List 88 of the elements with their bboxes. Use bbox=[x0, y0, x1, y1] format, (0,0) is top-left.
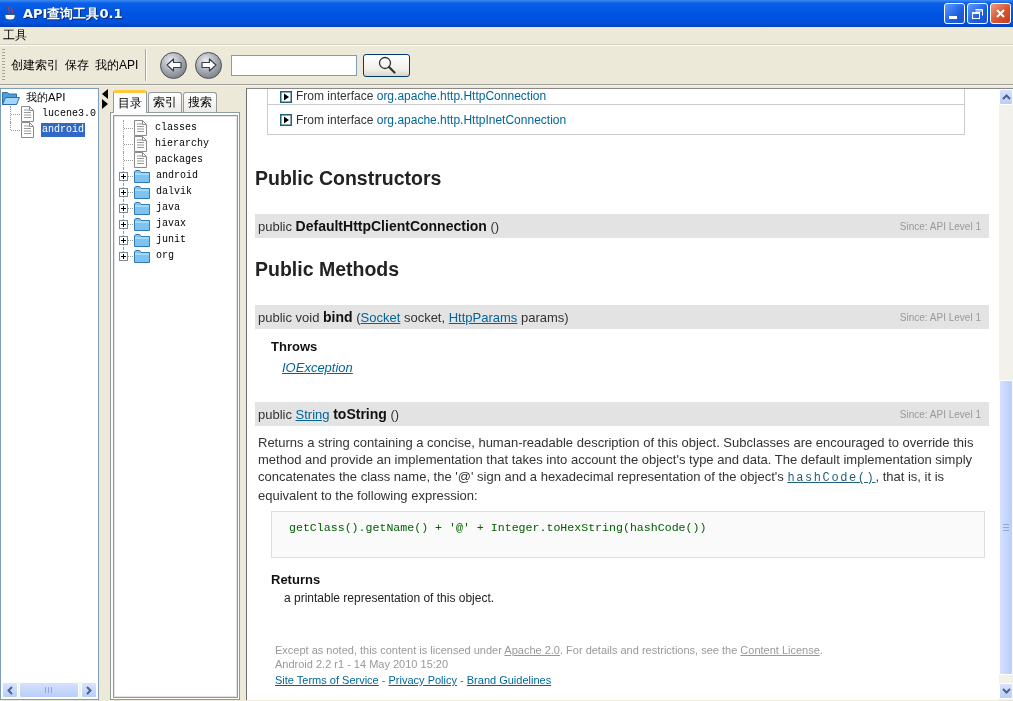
scroll-left-button[interactable] bbox=[2, 682, 18, 698]
tree-node[interactable]: android bbox=[155, 169, 199, 183]
throws-heading: Throws bbox=[271, 338, 319, 355]
tree-node[interactable]: lucene3.0 bbox=[41, 107, 97, 121]
down-caret-icon bbox=[1001, 688, 1011, 694]
document-icon bbox=[21, 106, 34, 122]
footer-link[interactable]: Privacy Policy bbox=[388, 674, 457, 686]
member-signature: public String toString () bbox=[258, 406, 400, 422]
right-arrow-icon bbox=[200, 58, 217, 72]
tree-node[interactable]: android bbox=[41, 123, 85, 137]
left-triangle-icon[interactable] bbox=[101, 89, 108, 99]
type-link[interactable]: String bbox=[295, 407, 330, 422]
scroll-right-button[interactable] bbox=[81, 682, 97, 698]
tab[interactable]: 搜索 bbox=[183, 92, 217, 112]
plus-box-icon[interactable] bbox=[119, 251, 128, 261]
minimize-button[interactable] bbox=[944, 3, 965, 24]
back-button[interactable] bbox=[160, 51, 188, 79]
plus-box-icon[interactable] bbox=[119, 187, 128, 197]
right-triangle-icon[interactable] bbox=[102, 99, 108, 109]
toolbar-button[interactable]: 我的API bbox=[92, 54, 142, 76]
section-heading: Public Constructors bbox=[255, 166, 443, 190]
plus-box-icon[interactable] bbox=[119, 235, 128, 245]
menu-item[interactable]: 工具 bbox=[0, 27, 30, 44]
document-icon bbox=[21, 122, 34, 138]
minimize-icon bbox=[948, 16, 957, 19]
toolbar-button[interactable]: 创建索引 bbox=[8, 54, 62, 76]
member-signature: public void bind (Socket socket, HttpParams params) bbox=[258, 309, 569, 325]
plus-box-icon[interactable] bbox=[119, 219, 128, 229]
inherited-interface-text: From interface org.apache.http.HttpInetConnection bbox=[296, 112, 567, 127]
document-icon bbox=[134, 152, 147, 168]
tree-node[interactable]: hierarchy bbox=[154, 137, 210, 151]
plus-box-icon[interactable] bbox=[119, 203, 128, 213]
member-signature: public DefaultHttpClientConnection () bbox=[258, 218, 500, 234]
interface-link[interactable]: org.apache.http.HttpInetConnection bbox=[376, 112, 567, 127]
document-icon bbox=[134, 136, 147, 152]
close-button[interactable] bbox=[990, 3, 1011, 24]
toolbar-button[interactable]: 保存 bbox=[62, 54, 92, 76]
scrollbar-thumb[interactable] bbox=[19, 682, 79, 698]
code-sample: getClass().getName() + '@' + Integer.toHexString(hashCode()) bbox=[271, 511, 985, 558]
tree-node[interactable]: java bbox=[155, 201, 181, 215]
tree-node[interactable]: junit bbox=[155, 233, 187, 247]
tree-node[interactable]: classes bbox=[154, 121, 198, 135]
tab[interactable]: 索引 bbox=[148, 92, 182, 112]
type-link[interactable]: Socket bbox=[360, 310, 401, 325]
right-caret-icon bbox=[86, 685, 92, 695]
horizontal-scrollbar[interactable] bbox=[2, 682, 97, 698]
returns-heading: Returns bbox=[271, 571, 322, 588]
close-icon bbox=[996, 9, 1005, 18]
left-arrow-icon bbox=[165, 58, 182, 72]
section-heading: Public Methods bbox=[255, 257, 401, 281]
type-link[interactable]: HttpParams bbox=[448, 310, 518, 325]
tree-node[interactable]: dalvik bbox=[155, 185, 193, 199]
tab[interactable]: 目录 bbox=[113, 90, 147, 113]
tree-node[interactable]: 我的API bbox=[25, 91, 67, 105]
left-caret-icon bbox=[7, 685, 13, 695]
api-level-label: Since: API Level 1 bbox=[899, 408, 981, 420]
tree-node[interactable]: javax bbox=[155, 217, 187, 231]
coffee-cup-icon bbox=[3, 5, 19, 22]
search-field[interactable] bbox=[231, 54, 358, 76]
tree-node[interactable]: packages bbox=[154, 153, 204, 167]
method-description: Returns a string containing a concise, human-readable description of this object. Subclasses are encouraged to override this method and provide an implementation that takes into account the object's type and data. The default implementation simply concatenates the class name, the '@' sign and a hexadecimal representation of the object's hashCode(), that is, it is equivalent to the following expression: bbox=[258, 434, 975, 504]
inherited-interface-text: From interface org.apache.http.HttpConnection bbox=[296, 89, 547, 103]
maximize-icon bbox=[972, 8, 983, 19]
vertical-scrollbar[interactable] bbox=[999, 89, 1013, 700]
license-notice: Except as noted, this content is licensed under Apache 2.0. For details and restrictions, see the Content License. bbox=[275, 643, 824, 657]
build-info: Android 2.2 r1 - 14 May 2010 15:20 bbox=[275, 657, 450, 671]
document-icon bbox=[134, 120, 147, 136]
window-title: API查询工具0.1 bbox=[23, 4, 123, 23]
exception-link[interactable]: IOException bbox=[282, 360, 353, 375]
api-level-label: Since: API Level 1 bbox=[899, 311, 981, 323]
api-level-label: Since: API Level 1 bbox=[899, 220, 981, 232]
search-button[interactable] bbox=[363, 53, 411, 77]
footer-link[interactable]: Site Terms of Service bbox=[275, 674, 379, 686]
maximize-button[interactable] bbox=[967, 3, 988, 24]
up-caret-icon bbox=[1001, 94, 1011, 100]
interface-link[interactable]: org.apache.http.HttpConnection bbox=[376, 89, 547, 103]
scroll-down-button[interactable] bbox=[999, 683, 1013, 699]
footer-link[interactable]: Brand Guidelines bbox=[466, 674, 552, 686]
toolbar-grip[interactable] bbox=[2, 49, 5, 81]
scroll-up-button[interactable] bbox=[999, 89, 1013, 105]
tree-node[interactable]: org bbox=[155, 249, 175, 263]
forward-button[interactable] bbox=[195, 51, 223, 79]
search-icon bbox=[377, 56, 396, 74]
plus-box-icon[interactable] bbox=[119, 171, 128, 181]
footer-links: Site Terms of Service - Privacy Policy - Brand Guidelines bbox=[275, 673, 553, 687]
method-link[interactable]: hashCode() bbox=[787, 471, 876, 485]
scrollbar-thumb[interactable] bbox=[999, 380, 1013, 675]
returns-text: a printable representation of this object. bbox=[284, 590, 496, 607]
